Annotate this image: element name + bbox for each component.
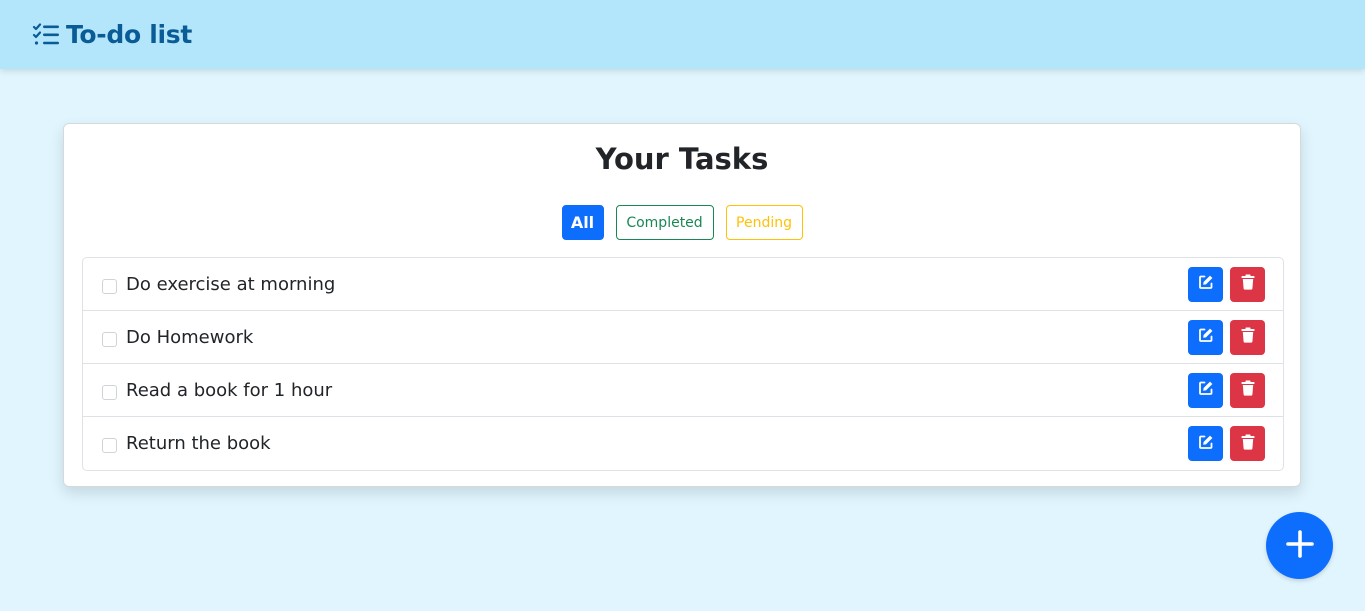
- delete-task-button[interactable]: [1230, 426, 1265, 461]
- page-title: Your Tasks: [595, 142, 769, 176]
- edit-task-button[interactable]: [1188, 319, 1223, 355]
- plus-icon: [1285, 529, 1315, 563]
- task-checkbox[interactable]: [102, 331, 117, 347]
- task-text: Return the book: [126, 433, 271, 454]
- task-actions: [1188, 426, 1265, 461]
- edit-icon: [1198, 327, 1214, 347]
- delete-task-button[interactable]: [1230, 266, 1265, 302]
- trash-icon: [1241, 274, 1255, 294]
- task-list: Do exercise at morning Do Homework Read …: [82, 257, 1284, 471]
- task-text: Do exercise at morning: [126, 273, 336, 295]
- task-row: Return the book: [83, 417, 1283, 470]
- task-text: Do Homework: [126, 326, 254, 348]
- task-actions: [1188, 319, 1265, 355]
- trash-icon: [1241, 327, 1255, 347]
- edit-icon: [1198, 380, 1214, 400]
- brand[interactable]: To-do list: [32, 20, 192, 49]
- edit-icon: [1198, 274, 1214, 294]
- trash-icon: [1241, 380, 1255, 400]
- task-text: Read a book for 1 hour: [126, 379, 333, 401]
- filter-group: All Completed Pending: [64, 205, 1300, 240]
- trash-icon: [1241, 434, 1255, 454]
- tasks-card: Your Tasks All Completed Pending Do exer…: [63, 123, 1301, 487]
- navbar: To-do list: [0, 0, 1365, 69]
- task-actions: [1188, 372, 1265, 408]
- task-checkbox[interactable]: [102, 278, 117, 294]
- delete-task-button[interactable]: [1230, 319, 1265, 355]
- task-row: Read a book for 1 hour: [83, 364, 1283, 417]
- list-check-icon: [32, 22, 60, 47]
- edit-task-button[interactable]: [1188, 426, 1223, 461]
- task-checkbox[interactable]: [102, 438, 117, 453]
- edit-task-button[interactable]: [1188, 266, 1223, 302]
- delete-task-button[interactable]: [1230, 372, 1265, 408]
- task-actions: [1188, 266, 1265, 302]
- edit-icon: [1198, 434, 1214, 454]
- task-row: Do exercise at morning: [83, 258, 1283, 311]
- task-row: Do Homework: [83, 311, 1283, 364]
- add-task-button[interactable]: [1266, 512, 1333, 579]
- filter-pending-button[interactable]: Pending: [725, 205, 803, 240]
- filter-completed-button[interactable]: Completed: [615, 205, 714, 240]
- brand-title: To-do list: [66, 20, 193, 49]
- task-checkbox[interactable]: [102, 384, 117, 400]
- edit-task-button[interactable]: [1188, 372, 1223, 408]
- filter-all-button[interactable]: All: [561, 205, 604, 240]
